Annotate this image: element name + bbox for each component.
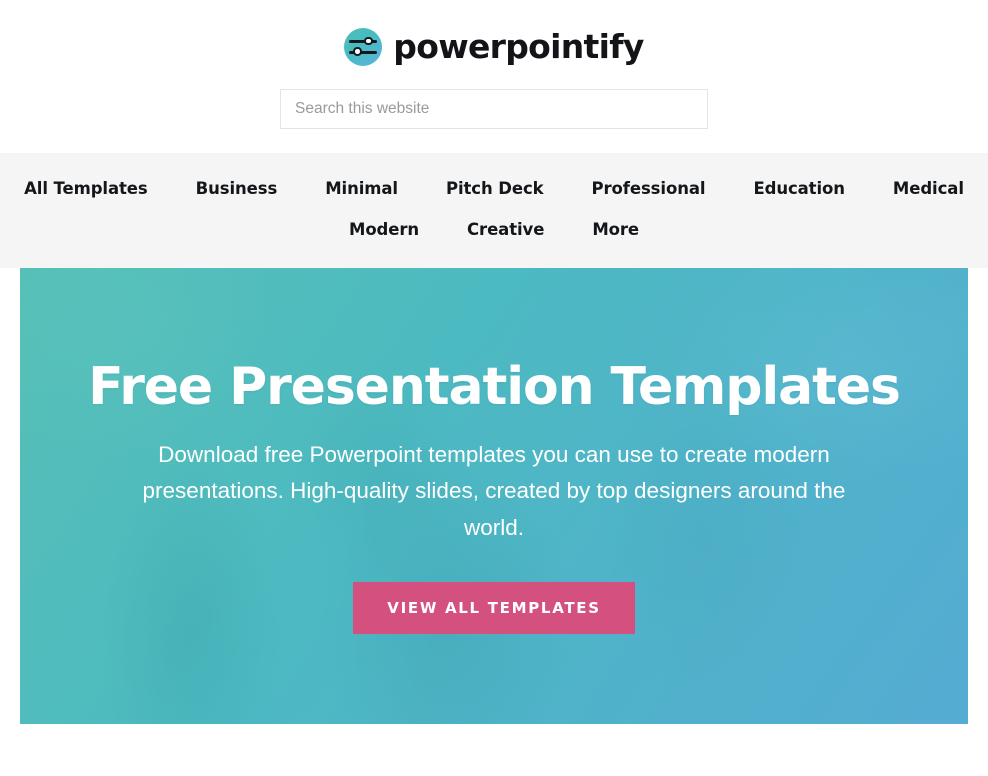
nav-row: All Templates Business Minimal Pitch Dec… <box>0 169 988 250</box>
main-navigation: All Templates Business Minimal Pitch Dec… <box>0 153 988 269</box>
nav-item-modern[interactable]: Modern <box>325 210 443 251</box>
nav-item-business[interactable]: Business <box>172 169 302 210</box>
hero-wrapper: Free Presentation Templates Download fre… <box>0 268 988 725</box>
slider-knob-bottom <box>353 47 362 56</box>
nav-item-medical[interactable]: Medical <box>869 169 988 210</box>
nav-item-all-templates[interactable]: All Templates <box>0 169 171 210</box>
sliders-circle-icon <box>344 28 383 66</box>
slider-bar-top <box>349 40 378 44</box>
site-logo[interactable]: powerpointify <box>0 22 988 72</box>
nav-item-creative[interactable]: Creative <box>443 210 568 251</box>
hero-content: Free Presentation Templates Download fre… <box>20 268 968 724</box>
brand-name: powerpointify <box>393 26 644 66</box>
hero-title: Free Presentation Templates <box>88 356 901 417</box>
hero-subtitle: Download free Powerpoint templates you c… <box>142 441 846 540</box>
nav-item-more[interactable]: More <box>568 210 663 251</box>
nav-item-minimal[interactable]: Minimal <box>301 169 422 210</box>
search-input[interactable] <box>280 89 708 129</box>
nav-item-professional[interactable]: Professional <box>568 169 730 210</box>
slider-knob-top <box>364 36 373 46</box>
view-all-templates-button[interactable]: VIEW ALL TEMPLATES <box>353 581 635 634</box>
nav-item-pitch-deck[interactable]: Pitch Deck <box>422 169 568 210</box>
search-row <box>0 89 988 129</box>
hero-banner: Free Presentation Templates Download fre… <box>20 268 968 725</box>
site-header: powerpointify <box>0 0 988 129</box>
nav-item-education[interactable]: Education <box>729 169 868 210</box>
